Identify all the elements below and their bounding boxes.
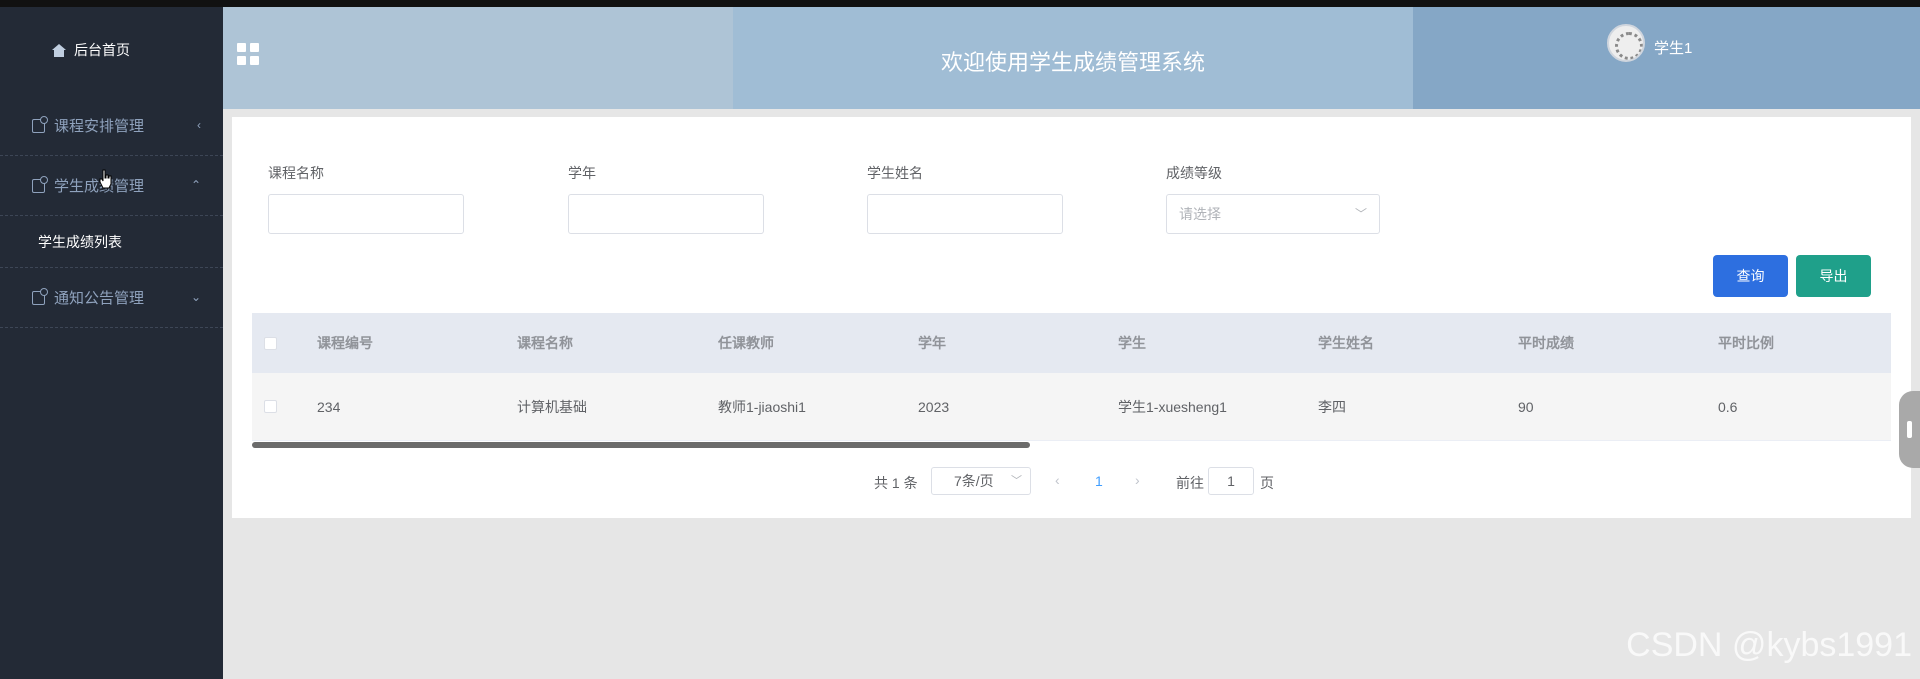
grade-level-label: 成绩等级 [1166,165,1222,181]
table-cell: 234 [317,398,341,415]
prev-page-icon[interactable]: ‹ [1055,472,1060,488]
grade-level-placeholder: 请选择 [1179,206,1221,222]
query-button[interactable]: 查询 [1713,255,1788,297]
goto-label: 前往 [1176,475,1204,491]
header-left-segment [223,7,733,109]
header-center-segment: 欢迎使用学生成绩管理系统 [733,7,1413,109]
column-header: 学生姓名 [1318,335,1374,351]
sidebar: 后台首页 课程安排管理 ‹ 学生成绩管理 ⌃ 学生成绩列表 通知公告管理 ⌄ [0,7,223,679]
next-page-icon[interactable]: › [1135,472,1140,488]
row-checkbox[interactable] [264,400,277,413]
sidebar-subitem-grade-list[interactable]: 学生成绩列表 [0,216,223,268]
grade-level-field: 成绩等级 请选择 ﹀ [1166,163,1380,234]
scrollbar-thumb[interactable] [252,442,1030,448]
sidebar-home-label: 后台首页 [74,42,130,58]
chevron-down-icon: ﹀ [1354,207,1367,221]
table-cell: 2023 [918,398,950,415]
hand-cursor-icon [99,169,112,189]
grades-table: 课程编号 课程名称 任课教师 学年 学生 学生姓名 平时成绩 平时比例 234 … [252,313,1891,449]
table-cell: 教师1-jiaoshi1 [718,398,806,415]
chevron-up-icon: ⌃ [190,178,201,192]
table-cell: 0.6 [1718,398,1738,415]
goto-page-input[interactable]: 1 [1208,467,1254,495]
select-all-checkbox[interactable] [264,336,277,350]
student-name-field: 学生姓名 [867,163,1063,234]
sidebar-item-course-schedule[interactable]: 课程安排管理 ‹ [0,96,223,156]
table-header: 课程编号 课程名称 任课教师 学年 学生 学生姓名 平时成绩 平时比例 [252,313,1891,373]
top-edge-bar [0,0,1920,7]
side-drawer-handle[interactable] [1899,391,1920,468]
page-size-value: 7条/页 [954,473,994,489]
sidebar-item-notice-management[interactable]: 通知公告管理 ⌄ [0,268,223,328]
watermark: CSDN @kybs1991 [1626,626,1912,664]
column-header: 平时比例 [1718,335,1774,351]
table-cell: 学生1-xuesheng1 [1118,398,1227,415]
course-name-input[interactable] [268,194,464,234]
column-header: 任课教师 [718,335,774,351]
content-card: 课程名称 学年 学生姓名 成绩等级 请选择 ﹀ 查询 导出 课程编号 课程名称 … [232,117,1911,518]
column-header: 课程编号 [317,335,373,351]
column-header: 学年 [918,335,946,351]
school-year-field: 学年 [568,163,764,234]
column-header: 平时成绩 [1518,335,1574,351]
chevron-down-icon: ⌄ [190,290,201,304]
page-size-select[interactable]: 7条/页 ﹀ [931,467,1031,495]
sidebar-item-label: 课程安排管理 [54,118,145,135]
table-cell: 90 [1518,398,1534,415]
table-row[interactable]: 234 计算机基础 教师1-jiaoshi1 2023 学生1-xuesheng… [252,373,1891,441]
grade-level-select[interactable]: 请选择 ﹀ [1166,194,1380,234]
course-name-field: 课程名称 [268,163,464,234]
user-name[interactable]: 学生1 [1654,37,1692,58]
page-number[interactable]: 1 [1095,473,1103,489]
sidebar-menu: 课程安排管理 ‹ 学生成绩管理 ⌃ 学生成绩列表 通知公告管理 ⌄ [0,96,223,328]
table-horizontal-scrollbar[interactable] [252,441,1891,449]
document-icon [32,175,48,193]
avatar[interactable] [1607,24,1645,62]
pagination: 共 1 条 7条/页 ﹀ ‹ 1 › 前往 1 页 [232,467,1911,497]
column-header: 学生 [1118,335,1146,351]
sidebar-item-label: 通知公告管理 [54,290,145,307]
column-header: 课程名称 [517,335,573,351]
document-icon [32,287,48,305]
course-name-label: 课程名称 [268,165,324,181]
school-year-input[interactable] [568,194,764,234]
school-year-label: 学年 [568,165,596,181]
table-cell: 计算机基础 [517,398,587,415]
chevron-left-icon: ‹ [197,118,201,132]
header-right-segment: 学生1 [1413,7,1920,109]
home-icon [52,43,66,57]
export-button[interactable]: 导出 [1796,255,1871,297]
pagination-total: 共 1 条 [874,475,918,491]
sidebar-home-link[interactable]: 后台首页 [52,40,130,60]
grid-menu-icon[interactable] [237,43,259,65]
page-unit-label: 页 [1260,475,1274,491]
student-name-input[interactable] [867,194,1063,234]
chevron-down-icon: ﹀ [1011,475,1022,487]
student-name-label: 学生姓名 [867,165,923,181]
document-icon [32,115,48,133]
header: 欢迎使用学生成绩管理系统 学生1 [223,7,1920,109]
page-title: 欢迎使用学生成绩管理系统 [940,50,1205,75]
table-cell: 李四 [1318,398,1346,415]
